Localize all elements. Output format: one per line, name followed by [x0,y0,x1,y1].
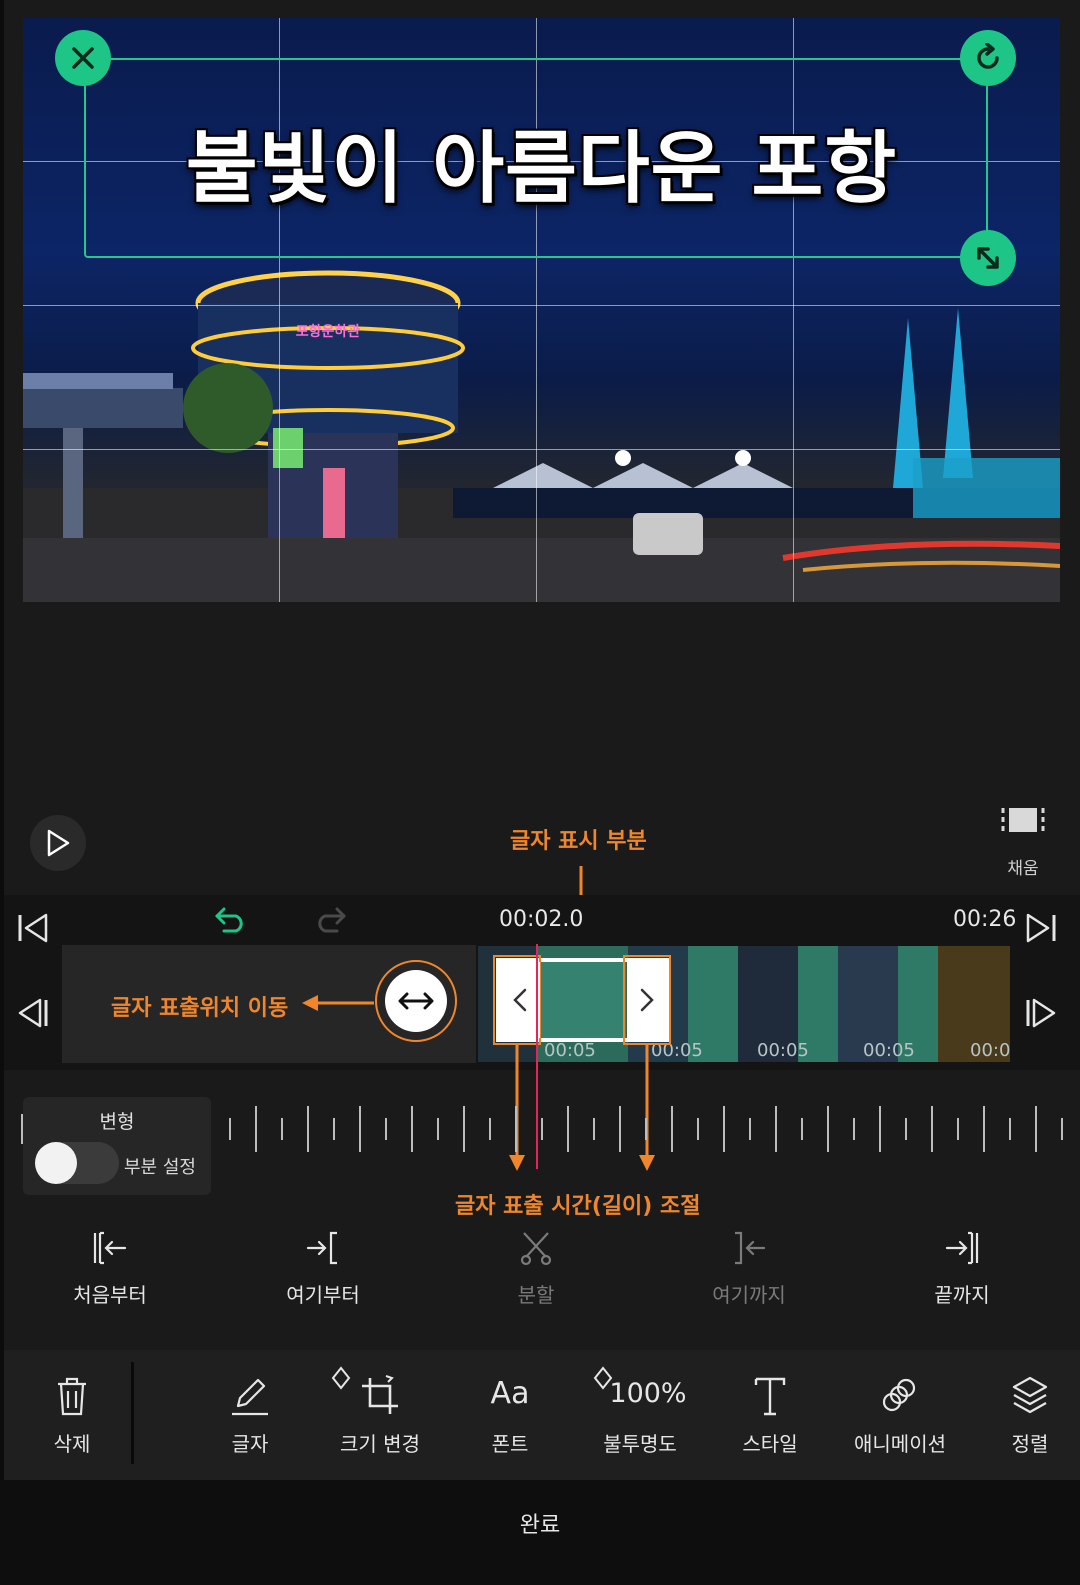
resize-label: 크기 변경 [340,1432,420,1456]
trim-from-here-icon [306,1231,337,1265]
time-ruler[interactable] [210,1100,1080,1170]
total-time: 00:26 [953,907,1017,932]
toggle-knob [35,1142,77,1184]
transform-panel: 변형 부분 설정 [23,1097,211,1195]
trim-start-handle[interactable] [500,962,540,1038]
video-preview[interactable]: 포항운하관 불빛이 아름다운 포항 [23,18,1060,602]
clip-duration: 00:05 [757,1040,809,1061]
resize-button[interactable]: 크기 변경 [320,1366,440,1468]
scissors-icon [520,1232,552,1266]
animation-icon [882,1378,916,1412]
annotation-move-position: 글자 표출위치 이동 [111,996,289,1021]
delete-label: 삭제 [53,1432,91,1456]
keyframe-diamond-icon [331,1366,351,1390]
partial-setting-toggle[interactable] [35,1142,119,1184]
animation-label: 애니메이션 [854,1432,946,1456]
prev-frame-icon[interactable] [16,996,50,1030]
opacity-button[interactable]: 100% 불투명도 [580,1366,700,1468]
text-style-icon [754,1377,786,1416]
arrange-label: 정렬 [1011,1432,1049,1456]
frame-edge [0,0,4,1585]
trim-to-end-label: 끝까지 [934,1283,990,1307]
clip-duration: 00:0 [970,1040,1010,1061]
partial-setting-label: 부분 설정 [124,1157,196,1178]
trim-end-handle[interactable] [627,962,667,1038]
trim-from-here-button[interactable]: 여기부터 [243,1230,403,1310]
redo-icon[interactable] [313,905,347,933]
annotation-text-display: 글자 표시 부분 [510,829,647,854]
trash-icon [58,1377,86,1416]
chevron-right-icon [640,988,654,1012]
close-icon[interactable] [55,30,111,86]
rotate-icon[interactable] [960,30,1016,86]
fill-label: 채움 [1007,859,1039,879]
font-label: 폰트 [491,1432,529,1456]
horizontal-arrows-icon [385,970,447,1032]
next-frame-icon[interactable] [1024,996,1058,1030]
clip-duration: 00:05 [544,1040,596,1061]
chevron-left-icon [513,988,527,1012]
fill-icon [1001,808,1045,832]
trim-to-here-label: 여기까지 [712,1283,786,1307]
text-edit-button[interactable]: 글자 [190,1368,310,1468]
style-button[interactable]: 스타일 [710,1368,830,1468]
fill-button[interactable]: 채움 [990,800,1056,880]
opacity-label: 불투명도 [603,1432,677,1456]
play-icon[interactable] [30,815,86,871]
trim-from-here-label: 여기부터 [286,1283,360,1307]
done-button[interactable]: 완료 [0,1507,1080,1539]
split-label: 분할 [517,1283,555,1307]
trim-from-start-icon [93,1231,127,1265]
trim-to-end-button[interactable]: 끝까지 [882,1230,1042,1310]
grid-line [23,305,1060,306]
annotation-adjust-length: 글자 표출 시간(길이) 조절 [455,1194,701,1219]
transform-title: 변형 [99,1111,135,1133]
current-time: 00:02.0 [499,907,584,932]
split-button: 분할 [456,1230,616,1310]
skip-to-start-icon[interactable] [16,911,50,945]
skip-to-end-icon[interactable] [1024,911,1058,945]
crop-icon [362,1375,398,1414]
grid-line [23,449,1060,450]
opacity-value: 100% [609,1378,687,1409]
overlay-title-text[interactable]: 불빛이 아름다운 포항 [23,106,1060,218]
pencil-icon [232,1378,268,1416]
arrange-button[interactable]: 정렬 [970,1368,1080,1468]
resize-icon[interactable] [960,230,1016,286]
animation-button[interactable]: 애니메이션 [840,1368,960,1468]
clip-duration: 00:05 [863,1040,915,1061]
trim-to-here-button: 여기까지 [669,1230,829,1310]
font-button[interactable]: Aa 폰트 [450,1368,570,1468]
undo-icon[interactable] [214,905,248,933]
building-sign: 포항운하관 [296,323,361,340]
layers-icon [1012,1376,1048,1414]
trim-to-end-icon [945,1231,979,1265]
trim-to-here-icon [735,1231,766,1265]
text-edit-label: 글자 [231,1432,269,1456]
annotation-arrow-left [302,995,374,1011]
style-label: 스타일 [742,1432,798,1456]
move-position-button[interactable] [375,960,457,1042]
delete-button[interactable]: 삭제 [12,1368,132,1468]
font-icon: Aa [490,1376,530,1411]
trim-from-start-label: 처음부터 [73,1283,147,1307]
toolbar-divider [131,1362,134,1464]
trim-from-start-button[interactable]: 처음부터 [30,1230,190,1310]
